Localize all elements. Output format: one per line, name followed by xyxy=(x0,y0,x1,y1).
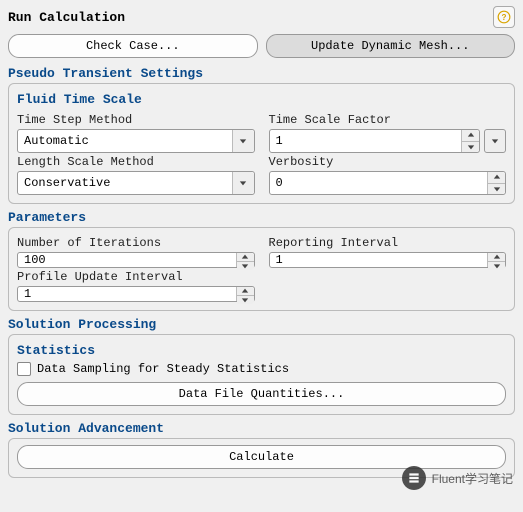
spinner-down-icon[interactable] xyxy=(462,142,479,153)
time-step-method-label: Time Step Method xyxy=(17,113,255,127)
time-scale-factor-dropdown[interactable] xyxy=(484,129,506,153)
statistics-label: Statistics xyxy=(17,343,506,358)
solution-processing-panel: Statistics Data Sampling for Steady Stat… xyxy=(8,334,515,415)
reporting-interval-value: 1 xyxy=(276,253,283,267)
data-sampling-label: Data Sampling for Steady Statistics xyxy=(37,362,289,376)
num-iterations-value: 100 xyxy=(24,253,46,267)
spinner-up-icon[interactable] xyxy=(237,287,254,296)
spinner-up-icon[interactable] xyxy=(488,172,505,184)
spinner-down-icon[interactable] xyxy=(488,262,505,270)
verbosity-value: 0 xyxy=(276,176,283,190)
time-step-method-dropdown[interactable]: Automatic xyxy=(17,129,255,153)
length-scale-method-value: Conservative xyxy=(24,176,110,190)
profile-update-interval-value: 1 xyxy=(24,287,31,301)
spinner-up-icon[interactable] xyxy=(237,253,254,262)
spinner-down-icon[interactable] xyxy=(237,262,254,270)
data-file-quantities-button[interactable]: Data File Quantities... xyxy=(17,382,506,406)
parameters-panel: Number of Iterations 100 Reporting Inter… xyxy=(8,227,515,311)
profile-update-interval-label: Profile Update Interval xyxy=(17,270,255,284)
reporting-interval-label: Reporting Interval xyxy=(269,236,507,250)
num-iterations-label: Number of Iterations xyxy=(17,236,255,250)
verbosity-input[interactable]: 0 xyxy=(269,171,507,195)
chevron-down-icon xyxy=(232,172,254,194)
profile-update-interval-input[interactable]: 1 xyxy=(17,286,255,302)
time-step-method-value: Automatic xyxy=(24,134,89,148)
chevron-down-icon xyxy=(232,130,254,152)
verbosity-label: Verbosity xyxy=(269,155,507,169)
fluid-time-scale-label: Fluid Time Scale xyxy=(17,92,506,107)
time-scale-factor-input[interactable]: 1 xyxy=(269,129,481,153)
update-dynamic-mesh-button[interactable]: Update Dynamic Mesh... xyxy=(266,34,516,58)
spinner-control[interactable] xyxy=(487,253,505,267)
spinner-down-icon[interactable] xyxy=(237,296,254,304)
time-scale-factor-value: 1 xyxy=(276,134,283,148)
svg-text:?: ? xyxy=(502,13,507,22)
spinner-control[interactable] xyxy=(236,287,254,301)
page-title: Run Calculation xyxy=(8,10,125,25)
length-scale-method-dropdown[interactable]: Conservative xyxy=(17,171,255,195)
data-sampling-checkbox[interactable] xyxy=(17,362,31,376)
spinner-up-icon[interactable] xyxy=(488,253,505,262)
spinner-control[interactable] xyxy=(236,253,254,267)
spinner-control[interactable] xyxy=(461,130,479,152)
pseudo-transient-label: Pseudo Transient Settings xyxy=(8,66,515,81)
spinner-control[interactable] xyxy=(487,172,505,194)
length-scale-method-label: Length Scale Method xyxy=(17,155,255,169)
help-icon: ? xyxy=(497,10,511,24)
num-iterations-input[interactable]: 100 xyxy=(17,252,255,268)
calculate-button[interactable]: Calculate xyxy=(17,445,506,469)
parameters-label: Parameters xyxy=(8,210,515,225)
solution-processing-label: Solution Processing xyxy=(8,317,515,332)
solution-advancement-label: Solution Advancement xyxy=(8,421,515,436)
reporting-interval-input[interactable]: 1 xyxy=(269,252,507,268)
time-scale-factor-label: Time Scale Factor xyxy=(269,113,507,127)
pseudo-transient-panel: Fluid Time Scale Time Step Method Automa… xyxy=(8,83,515,204)
check-case-button[interactable]: Check Case... xyxy=(8,34,258,58)
spinner-down-icon[interactable] xyxy=(488,184,505,195)
spinner-up-icon[interactable] xyxy=(462,130,479,142)
solution-advancement-panel: Calculate xyxy=(8,438,515,478)
help-button[interactable]: ? xyxy=(493,6,515,28)
